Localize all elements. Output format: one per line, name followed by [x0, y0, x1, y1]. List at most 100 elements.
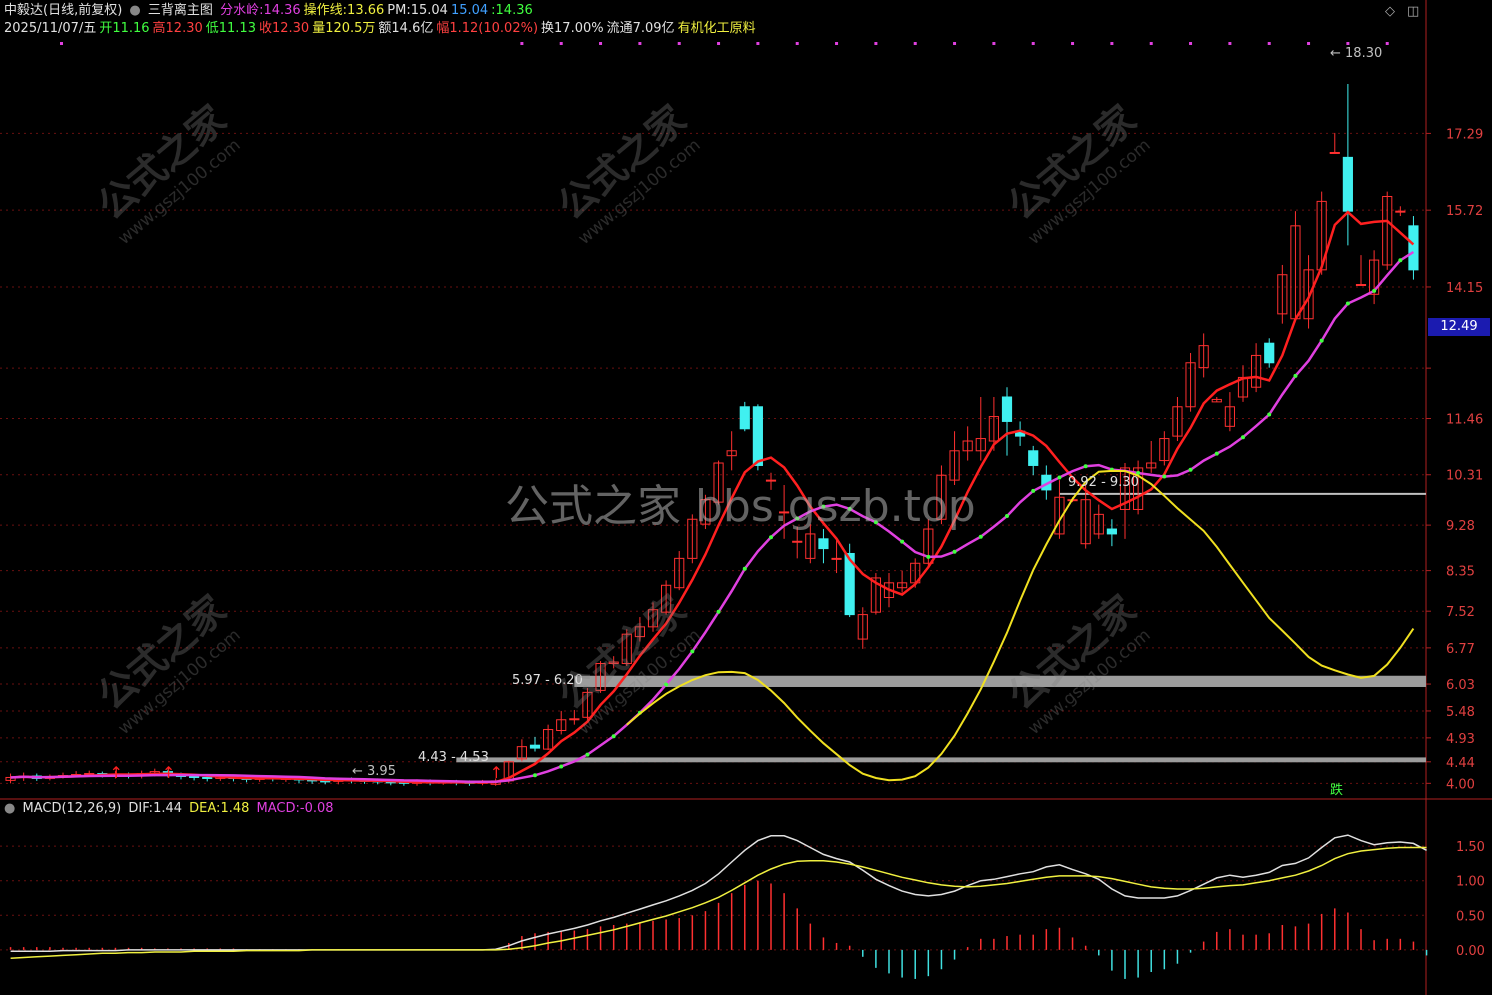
y-tick-label: 7.52: [1446, 605, 1475, 620]
macd-toggle-icon[interactable]: ●: [4, 801, 15, 816]
slow-line-dot: [1267, 412, 1272, 417]
candle-body: [792, 540, 803, 543]
y-tick-label: 10.31: [1446, 469, 1483, 484]
y-tick-label: 14.15: [1446, 281, 1483, 296]
quote-field-5: 量120.5万: [312, 21, 376, 36]
quote-field-4: 收12.30: [258, 21, 310, 36]
signal-dot: [992, 42, 996, 45]
candle-body: [529, 744, 541, 749]
macd-tick-label: 1.00: [1456, 875, 1485, 890]
signal-dot: [1307, 42, 1311, 45]
slow-line-dot: [1214, 451, 1219, 456]
slow-line-dot: [769, 535, 773, 540]
y-tick-label: 11.46: [1446, 413, 1483, 428]
quote-field-7: 幅1.12(10.02%): [436, 21, 539, 36]
signal-dot: [520, 42, 524, 45]
panel-toggle-icon[interactable]: ◫: [1407, 4, 1419, 19]
price-zone: [456, 757, 1426, 763]
quote-field-0: 2025/11/07/五: [4, 21, 97, 36]
quote-field-2: 高12.30: [152, 21, 203, 36]
slow-line-dot: [664, 682, 669, 687]
header-item-1: 操作线:13.66: [303, 3, 385, 18]
macd-name[interactable]: MACD(12,26,9): [22, 801, 121, 816]
slow-line-dot: [1005, 514, 1009, 519]
header-line-2: 2025/11/07/五 开11.16 高12.30 低11.13 收12.30 量120…: [4, 21, 759, 37]
header-item-4: :14.36: [491, 3, 533, 18]
candle-body: [1028, 450, 1039, 466]
candle-body: [202, 776, 213, 779]
indicator-name[interactable]: 三背离主图: [148, 3, 213, 18]
candle-body: [1264, 342, 1275, 364]
quote-field-9: 流通7.09亿: [606, 21, 675, 36]
diamond-icon[interactable]: ◇: [1385, 4, 1395, 19]
header-item-0: 分水岭:14.36: [220, 3, 301, 18]
slow-line-dot: [1031, 488, 1036, 493]
candle-body: [818, 538, 829, 550]
quote-field-3: 低11.13: [205, 21, 256, 36]
slow-line-dot: [1372, 288, 1377, 293]
signal-dot: [1071, 42, 1075, 45]
slow-line-dot: [716, 609, 721, 614]
quote-field-1: 开11.16: [99, 21, 150, 36]
slow-line-dot: [1083, 464, 1088, 469]
slow-line-dot: [1345, 301, 1350, 306]
candle-body: [739, 406, 750, 430]
candle-body: [831, 557, 842, 560]
signal-dot: [1149, 42, 1153, 45]
y-tick-label: 4.44: [1446, 756, 1475, 771]
macd-tick-label: 0.00: [1456, 944, 1485, 959]
slow-line-dot: [952, 549, 957, 554]
slow-line-dot: [1188, 467, 1193, 472]
annotation-zone: 4.43 - 4.53: [418, 750, 489, 765]
signal-dot: [1346, 42, 1350, 45]
slow-line-dot: [533, 773, 537, 778]
annotation-high_label: ← 18.30: [1330, 46, 1382, 61]
candle-body: [752, 406, 763, 466]
signal-dot: [1110, 42, 1114, 45]
signal-dot: [913, 42, 917, 45]
signal-dot: [1267, 42, 1271, 45]
y-tick-label: 17.29: [1446, 127, 1483, 142]
candle-body: [1001, 396, 1013, 422]
signal-dot: [1385, 42, 1389, 45]
signal-dot: [835, 42, 839, 45]
current-price-box: 12.49: [1428, 318, 1490, 336]
signal-dot: [559, 42, 563, 45]
signal-dot: [599, 42, 603, 45]
signal-dot: [677, 42, 681, 45]
signal-dot: [874, 42, 878, 45]
slow-line-dot: [926, 554, 931, 559]
macd-header: ● MACD(12,26,9) DIF:1.44 DEA:1.48 MACD:-…: [4, 801, 337, 817]
candle-body: [189, 775, 200, 778]
y-tick-label: 6.77: [1446, 642, 1475, 657]
annotation-zone: 9.92 - 9.30: [1068, 475, 1139, 490]
dif-label: DIF:: [128, 801, 154, 816]
slow-line-dot: [900, 539, 905, 544]
candle-body: [1395, 210, 1406, 213]
slow-line-dot: [1241, 435, 1245, 440]
quote-field-8: 换17.00%: [541, 21, 604, 36]
dea-label: DEA:: [189, 801, 221, 816]
signal-dot: [795, 42, 799, 45]
dea-value: 1.48: [220, 801, 250, 816]
slow-line-dot: [1293, 373, 1298, 378]
indicator-toggle-icon[interactable]: ●: [129, 3, 140, 18]
y-tick-label: 6.03: [1446, 678, 1475, 693]
annotation-low_label: ← 3.95: [352, 764, 396, 779]
candle-body: [1329, 151, 1340, 154]
slow-line-dot: [1162, 474, 1167, 479]
y-tick-label: 8.35: [1446, 565, 1475, 580]
slow-line-dot: [559, 764, 564, 769]
quote-field-6: 额14.6亿: [378, 21, 434, 36]
signal-dot: [60, 42, 63, 45]
annotation-signal: 跌: [1330, 782, 1343, 798]
macd-value: -0.08: [299, 801, 334, 816]
header-line-1: 中毅达(日线,前复权) ● 三背离主图 分水岭:14.36 操作线:13.66 PM…: [4, 3, 539, 19]
slow-line-dot: [1319, 338, 1324, 343]
signal-dot: [1228, 42, 1232, 45]
stock-name[interactable]: 中毅达(日线,前复权): [4, 3, 122, 18]
y-tick-label: 5.48: [1446, 705, 1475, 720]
candle-body: [1408, 225, 1419, 271]
signal-dot: [1189, 42, 1193, 45]
buy-arrow-icon: ↑: [162, 763, 175, 782]
